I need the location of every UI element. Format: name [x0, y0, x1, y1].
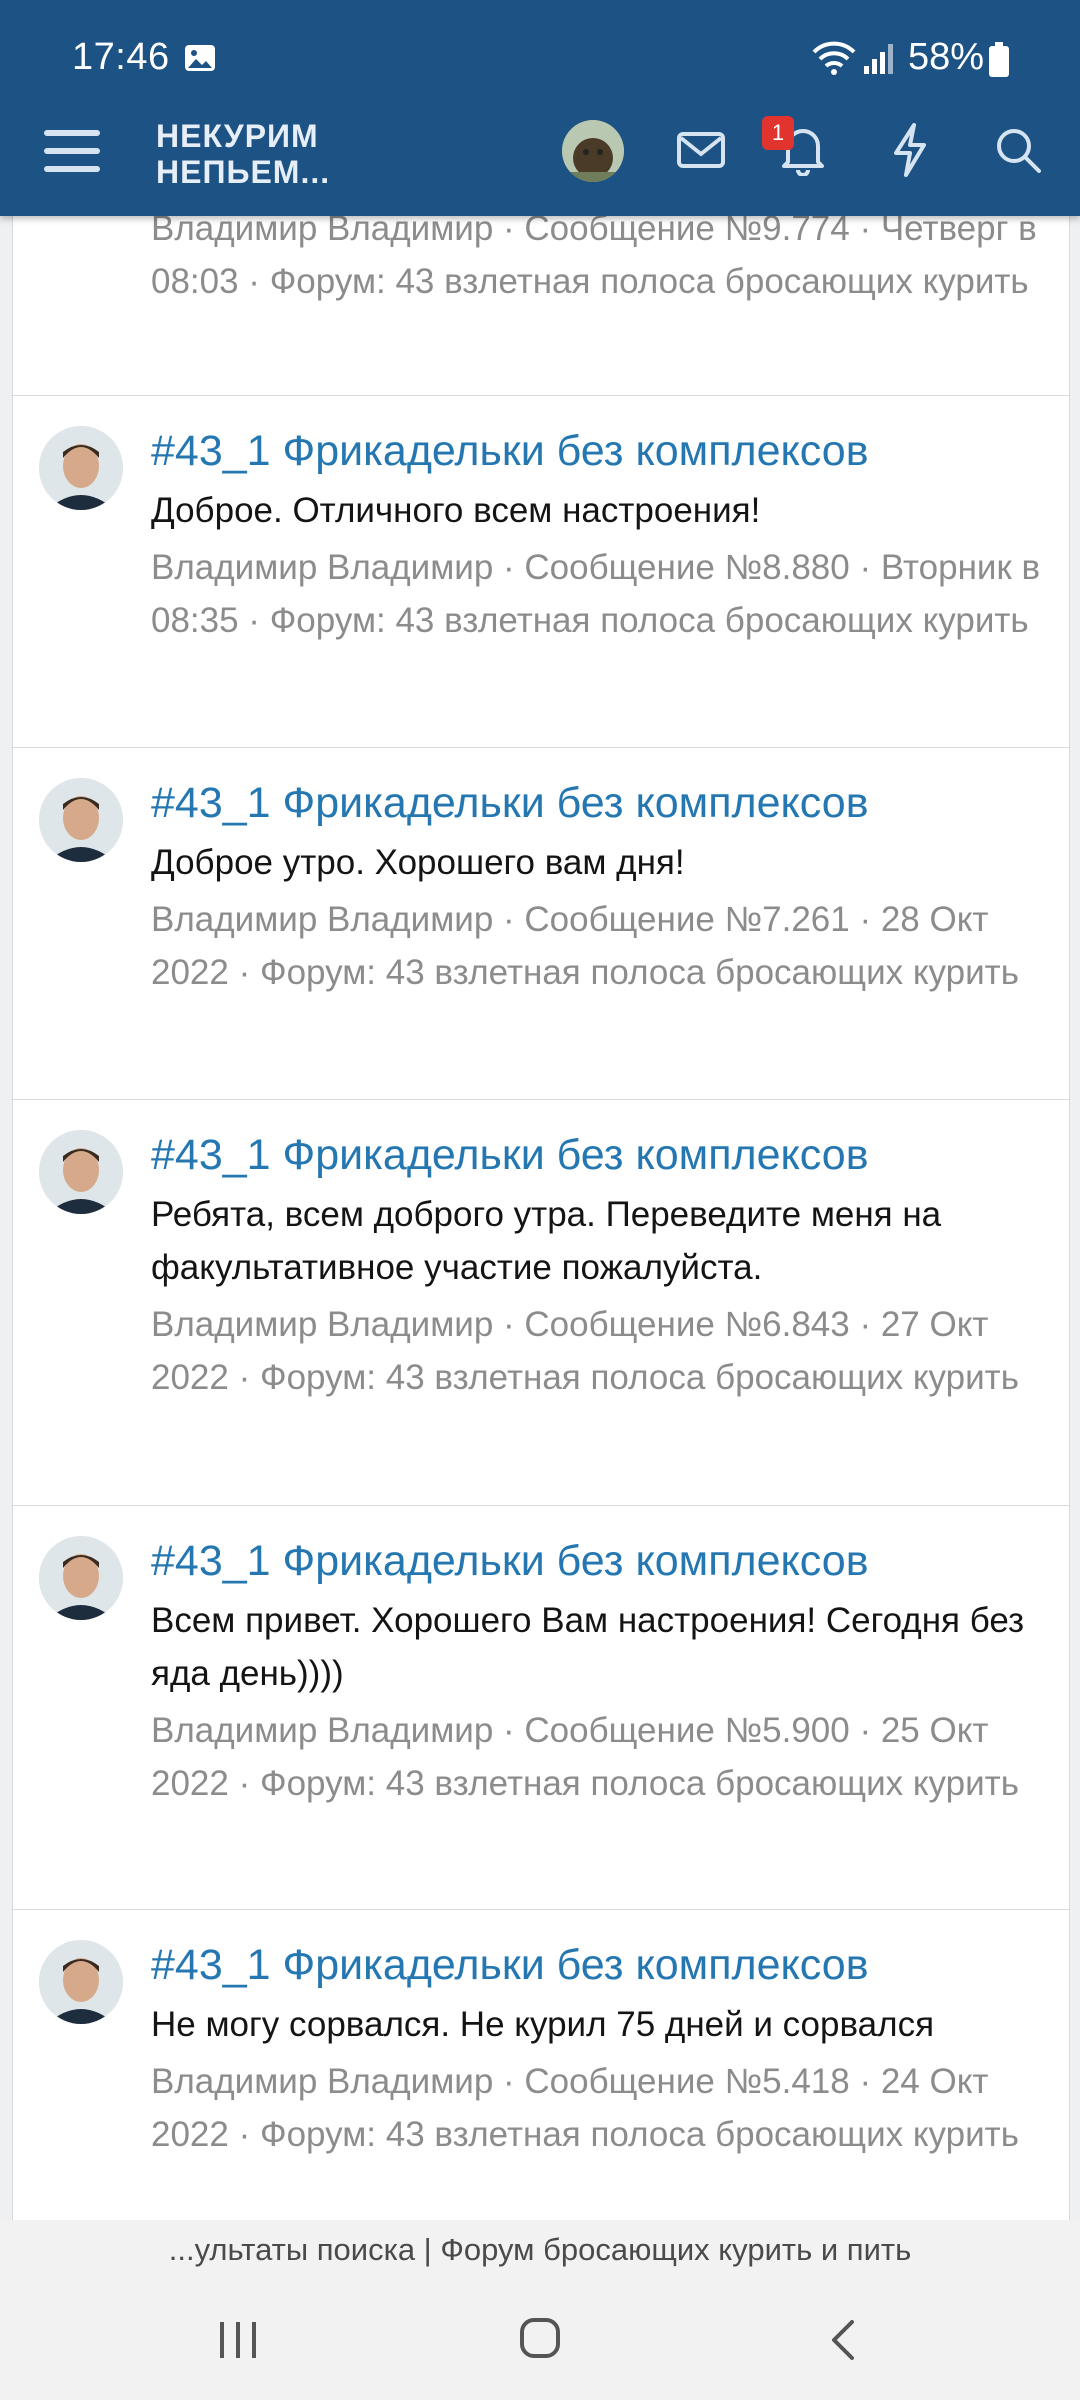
- result-title-link[interactable]: #43_1 Фрикадельки без комплексов: [151, 1506, 1041, 1588]
- result-snippet: Доброе. Отличного всем настроения!: [151, 491, 761, 530]
- author-avatar-image: [39, 1940, 123, 2024]
- result-meta: Владимир Владимир · Сообщение №6.843 · 2…: [151, 1305, 1019, 1397]
- logo-line-2: НЕПЬЕМ...: [156, 154, 331, 190]
- search-result-item[interactable]: #43_1 Фрикадельки без комплексов Всем пр…: [12, 1506, 1070, 1910]
- home-icon[interactable]: [516, 2314, 564, 2362]
- search-result-item[interactable]: #43_1 Фрикадельки без комплексов Не могу…: [12, 1910, 1070, 2262]
- result-meta: Владимир Владимир · Сообщение №7.261 · 2…: [151, 900, 1019, 992]
- user-avatar-image: [562, 120, 624, 182]
- result-title-link[interactable]: #43_1 Фрикадельки без комплексов: [151, 396, 1041, 478]
- gallery-notification-icon: [185, 45, 215, 71]
- author-avatar[interactable]: [39, 1940, 123, 2024]
- logo-line-1: НЕКУРИМ: [156, 118, 319, 154]
- result-meta: Владимир Владимир · Сообщение №5.900 · 2…: [151, 1711, 1019, 1803]
- search-icon[interactable]: [994, 126, 1042, 174]
- author-avatar-image: [39, 426, 123, 510]
- result-snippet: Доброе утро. Хорошего вам дня!: [151, 843, 685, 882]
- author-avatar[interactable]: [39, 1130, 123, 1214]
- browser-page-title[interactable]: ...ультаты поиска | Форум бросающих кури…: [0, 2220, 1080, 2284]
- system-navigation-bar: [0, 2284, 1080, 2400]
- result-title-link[interactable]: #43_1 Фрикадельки без комплексов: [151, 1100, 1041, 1182]
- site-logo[interactable]: НЕКУРИМ НЕПЬЕМ...: [156, 118, 330, 190]
- battery-icon: [989, 42, 1009, 77]
- search-result-item[interactable]: #43_1 Фрикадельки без комплексов Доброе …: [12, 748, 1070, 1100]
- result-snippet: Ребята, всем доброго утра. Переведите ме…: [151, 1195, 942, 1287]
- wifi-icon: [812, 41, 856, 75]
- notification-badge: 1: [762, 116, 794, 150]
- author-avatar[interactable]: [39, 778, 123, 862]
- author-avatar[interactable]: [39, 426, 123, 510]
- author-avatar[interactable]: [39, 1536, 123, 1620]
- user-avatar[interactable]: [562, 120, 624, 182]
- result-snippet: Не могу сорвался. Не курил 75 дней и сор…: [151, 2005, 935, 2044]
- signal-icon: [864, 44, 893, 74]
- search-result-item[interactable]: #43_1 Фрикадельки без комплексов Ребята,…: [12, 1100, 1070, 1506]
- result-meta: Владимир Владимир · Сообщение №8.880 · В…: [151, 548, 1041, 640]
- recent-apps-icon[interactable]: [216, 2318, 260, 2362]
- result-snippet: Всем привет. Хорошего Вам настроения! Се…: [151, 1601, 1025, 1693]
- status-time: 17:46: [72, 36, 170, 78]
- author-avatar-image: [39, 1130, 123, 1214]
- result-title-link[interactable]: #43_1 Фрикадельки без комплексов: [151, 748, 1041, 830]
- author-avatar-image: [39, 1536, 123, 1620]
- battery-percentage: 58%: [908, 36, 985, 78]
- back-icon[interactable]: [824, 2316, 860, 2364]
- status-bar: 17:46 58%: [0, 0, 1080, 118]
- author-avatar-image: [39, 778, 123, 862]
- search-result-item[interactable]: #43_1 Фрикадельки без комплексов Доброе.…: [12, 396, 1070, 748]
- mail-icon[interactable]: [676, 128, 726, 172]
- lightning-icon[interactable]: [890, 122, 930, 178]
- menu-icon[interactable]: [42, 124, 102, 178]
- result-title-link[interactable]: #43_1 Фрикадельки без комплексов: [151, 1910, 1041, 1992]
- search-results-list: Владимир Владимир · Сообщение №9.774 · Ч…: [12, 140, 1070, 2262]
- top-bar: 17:46 58% НЕКУРИМ НЕПЬЕМ... 1: [0, 0, 1080, 216]
- result-meta: Владимир Владимир · Сообщение №5.418 · 2…: [151, 2062, 1019, 2154]
